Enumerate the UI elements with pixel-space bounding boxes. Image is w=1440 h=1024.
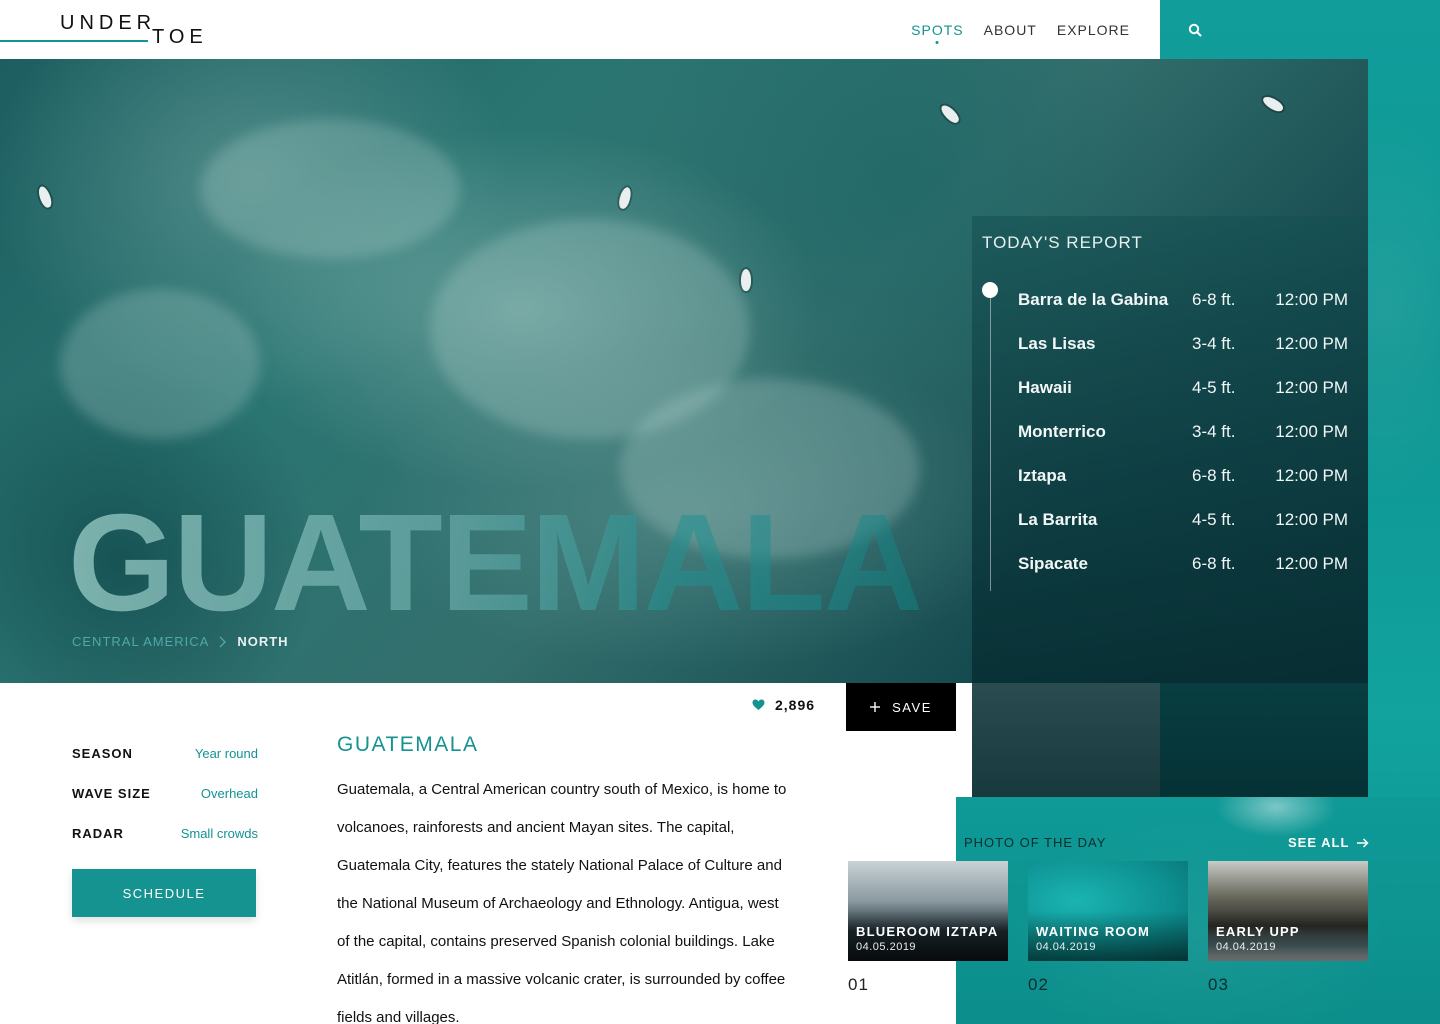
logo-underline	[0, 40, 148, 42]
spot-article: GUATEMALA Guatemala, a Central American …	[337, 733, 787, 1024]
fact-value: Overhead	[200, 785, 258, 801]
surfer-figure	[938, 102, 962, 126]
report-wave-size: 4-5 ft.	[1192, 510, 1236, 529]
fact-row-wave-size: WAVE SIZE Overhead	[72, 773, 258, 813]
heart-icon	[752, 699, 765, 710]
photo-number: 03	[1208, 975, 1229, 994]
search-icon	[1188, 23, 1202, 36]
search-button[interactable]	[1160, 0, 1230, 59]
photo-number: 02	[1028, 975, 1049, 994]
breadcrumb-current: NORTH	[237, 634, 289, 649]
report-spot: Hawaii	[1018, 378, 1072, 397]
report-wave-size: 4-5 ft.	[1192, 378, 1236, 397]
see-all-link[interactable]: SEE ALL	[1288, 835, 1369, 850]
report-spot: Monterrico	[1018, 422, 1106, 441]
report-wave-size: 3-4 ft.	[1192, 422, 1236, 441]
nav-item-explore[interactable]: EXPLORE	[1057, 22, 1130, 38]
photo-thumbnail: WAITING ROOM 04.04.2019	[1028, 861, 1188, 961]
fact-row-season: SEASON Year round	[72, 733, 258, 773]
article-title: GUATEMALA	[337, 733, 479, 756]
nav-item-about[interactable]: ABOUT	[984, 22, 1037, 38]
save-label: SAVE	[892, 699, 932, 715]
photo-thumbnail: BLUEROOM IZTAPA 04.05.2019	[848, 861, 1008, 961]
save-button[interactable]: SAVE	[846, 683, 956, 731]
report-spot: Sipacate	[1018, 554, 1088, 573]
schedule-button[interactable]: SCHEDULE	[72, 869, 256, 917]
foam-texture	[60, 289, 260, 439]
photo-card[interactable]: BLUEROOM IZTAPA 04.05.2019 01	[848, 861, 1008, 995]
hero-title: GUATEMALA	[68, 486, 923, 640]
article-body: Guatemala, a Central American country so…	[337, 781, 787, 1024]
report-time: 12:00 PM	[1275, 290, 1348, 309]
logo-text-bottom: TOE	[152, 26, 208, 48]
photo-date: 04.04.2019	[1036, 941, 1097, 953]
surfer-figure	[617, 186, 633, 210]
photo-date: 04.04.2019	[1216, 941, 1277, 953]
photo-title: WAITING ROOM	[1036, 924, 1151, 939]
report-spot: Las Lisas	[1018, 334, 1096, 353]
report-spot: Barra de la Gabina	[1018, 290, 1169, 309]
surfer-figure	[1260, 94, 1286, 114]
plus-icon	[870, 702, 881, 712]
photo-thumbnail: EARLY UPP 04.04.2019	[1208, 861, 1368, 961]
report-row[interactable]: La Barrita 4-5 ft. 12:00 PM	[1018, 498, 1348, 542]
fact-label: RADAR	[72, 825, 124, 841]
photo-title: BLUEROOM IZTAPA	[856, 924, 999, 939]
report-timeline-marker	[982, 282, 998, 298]
fact-label: SEASON	[72, 745, 133, 761]
likes-counter[interactable]: 2,896	[752, 697, 815, 713]
photo-title: EARLY UPP	[1216, 924, 1300, 939]
see-all-label: SEE ALL	[1288, 835, 1350, 850]
main-nav: SPOTS ABOUT EXPLORE	[895, 22, 1130, 38]
report-time: 12:00 PM	[1275, 422, 1348, 441]
report-row[interactable]: Iztapa 6-8 ft. 12:00 PM	[1018, 454, 1348, 498]
chevron-right-icon	[219, 636, 227, 647]
breadcrumb-region[interactable]: CENTRAL AMERICA	[72, 634, 209, 649]
fact-value: Year round	[194, 745, 258, 761]
report-row[interactable]: Monterrico 3-4 ft. 12:00 PM	[1018, 410, 1348, 454]
photo-gallery: BLUEROOM IZTAPA 04.05.2019 01 WAITING RO…	[848, 861, 1368, 995]
report-wave-size: 6-8 ft.	[1192, 554, 1236, 573]
photo-card[interactable]: EARLY UPP 04.04.2019 03	[1208, 861, 1368, 995]
report-time: 12:00 PM	[1275, 334, 1348, 353]
report-title: TODAY'S REPORT	[982, 233, 1143, 252]
surfer-figure	[741, 269, 751, 291]
site-header: UNDER TOE SPOTS ABOUT EXPLORE	[0, 0, 1160, 59]
report-timeline	[990, 291, 991, 591]
foam-texture	[200, 119, 460, 259]
report-time: 12:00 PM	[1275, 510, 1348, 529]
report-wave-size: 3-4 ft.	[1192, 334, 1236, 353]
fact-label: WAVE SIZE	[72, 785, 151, 801]
report-row[interactable]: Sipacate 6-8 ft. 12:00 PM	[1018, 542, 1348, 586]
report-wave-size: 6-8 ft.	[1192, 290, 1236, 309]
photo-of-the-day-label: PHOTO OF THE DAY	[964, 835, 1107, 850]
todays-report-panel: TODAY'S REPORT Barra de la Gabina 6-8 ft…	[972, 216, 1368, 797]
fact-row-radar: RADAR Small crowds	[72, 813, 258, 853]
report-spot: Iztapa	[1018, 466, 1067, 485]
breadcrumb: CENTRAL AMERICA NORTH	[72, 634, 289, 649]
photo-date: 04.05.2019	[856, 941, 917, 953]
surfer-figure	[36, 184, 54, 210]
report-wave-size: 6-8 ft.	[1192, 466, 1236, 485]
nav-item-spots[interactable]: SPOTS	[895, 22, 981, 38]
report-spot: La Barrita	[1018, 510, 1098, 529]
photo-number: 01	[848, 975, 869, 994]
fact-value: Small crowds	[180, 825, 258, 841]
logo-text-top: UNDER	[60, 12, 157, 34]
report-row[interactable]: Hawaii 4-5 ft. 12:00 PM	[1018, 366, 1348, 410]
report-time: 12:00 PM	[1275, 554, 1348, 573]
report-list: Barra de la Gabina 6-8 ft. 12:00 PM Las …	[1018, 278, 1348, 586]
report-time: 12:00 PM	[1275, 466, 1348, 485]
arrow-right-icon	[1357, 837, 1369, 848]
report-row[interactable]: Barra de la Gabina 6-8 ft. 12:00 PM	[1018, 278, 1348, 322]
logo[interactable]: UNDER TOE	[0, 12, 210, 48]
likes-count: 2,896	[775, 697, 816, 713]
photo-card[interactable]: WAITING ROOM 04.04.2019 02	[1028, 861, 1188, 995]
spot-facts: SEASON Year round WAVE SIZE Overhead RAD…	[72, 733, 258, 853]
report-row[interactable]: Las Lisas 3-4 ft. 12:00 PM	[1018, 322, 1348, 366]
report-time: 12:00 PM	[1275, 378, 1348, 397]
